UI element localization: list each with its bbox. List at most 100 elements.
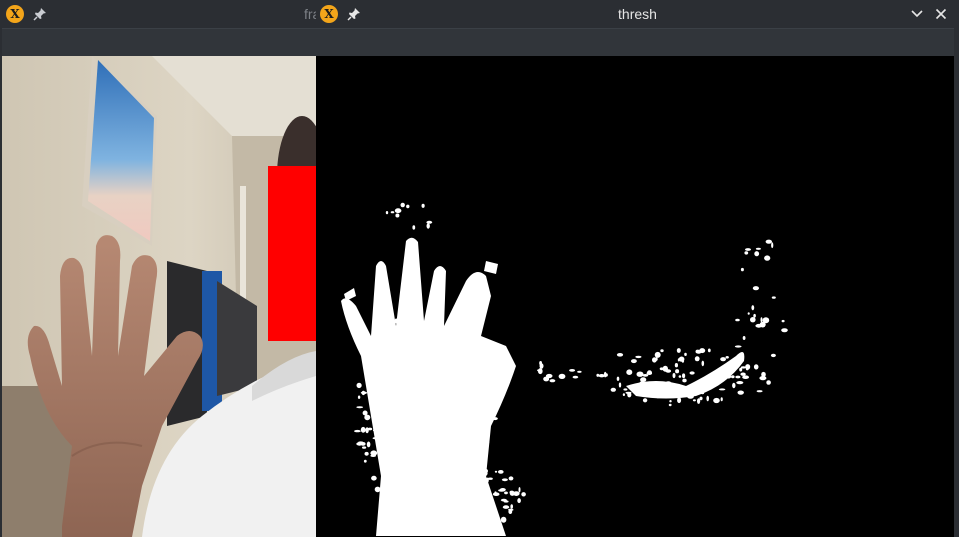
noise-speckle [486,493,491,498]
noise-speckle [460,366,465,370]
noise-speckle [770,353,776,358]
noise-speckle [422,401,425,405]
noise-speckle [417,495,420,500]
noise-speckle [470,489,473,495]
noise-speckle [488,509,493,514]
noise-speckle [462,482,467,486]
noise-speckle [402,457,406,460]
noise-speckle [457,433,462,438]
noise-speckle [384,498,391,501]
noise-speckle [418,352,421,357]
x-app-icon[interactable]: X [6,5,24,23]
noise-speckle [450,420,456,425]
noise-speckle [732,382,736,389]
noise-speckle [453,352,460,357]
noise-speckle [448,386,456,392]
camera-frame-image [2,56,316,537]
frame-window[interactable]: X frame [2,0,316,537]
noise-speckle [418,451,421,455]
thresh-window[interactable]: X thresh [316,0,959,537]
noise-speckle [462,462,467,466]
noise-speckle [503,500,509,503]
noise-speckle [362,410,368,416]
noise-speckle [428,520,432,526]
chevron-down-icon[interactable] [909,6,925,22]
noise-speckle [408,378,414,382]
noise-speckle [499,488,506,492]
noise-speckle [389,365,394,371]
close-icon[interactable] [933,6,949,22]
noise-speckle [435,323,439,329]
hand-blob [341,237,516,536]
noise-speckle [454,361,459,367]
noise-speckle [549,379,556,383]
noise-speckle [362,446,367,449]
noise-speckle [374,362,380,365]
noise-speckle [745,248,751,251]
noise-speckle [399,473,403,479]
noise-speckle [740,366,746,369]
thresh-titlebar[interactable]: X thresh [316,0,959,28]
noise-speckle [394,449,400,452]
noise-speckle [452,480,458,483]
noise-speckle [449,443,456,447]
noise-speckle [442,490,447,496]
noise-speckle [740,372,746,376]
noise-speckle [445,454,450,457]
noise-speckle [433,491,439,495]
noise-speckle [393,487,399,492]
noise-speckle [461,524,464,530]
noise-speckle [771,242,774,249]
noise-speckle [454,504,457,510]
noise-speckle [684,352,687,356]
noise-speckle [771,296,776,299]
noise-speckle [509,490,514,494]
pin-icon[interactable] [32,6,48,22]
noise-speckle [415,485,421,492]
noise-speckle [429,412,433,418]
noise-speckle [417,414,421,420]
noise-speckle [400,512,406,517]
noise-speckle [480,491,486,495]
noise-speckle [720,357,726,362]
noise-speckle [411,499,417,506]
frame-video [2,56,316,537]
noise-speckle [443,472,448,475]
frame-titlebar[interactable]: X frame [2,0,316,28]
noise-speckle [751,305,755,311]
noise-speckle [418,491,423,495]
noise-speckle [372,419,375,423]
noise-speckle [626,369,633,376]
noise-speckle [731,375,735,379]
noise-speckle [468,410,476,415]
noise-speckle [430,481,437,486]
noise-speckle [450,483,453,489]
noise-speckle [492,417,498,421]
noise-speckle [390,211,395,214]
noise-speckle [718,388,726,391]
noise-speckle [452,498,459,504]
noise-speckle [753,313,756,318]
noise-speckle [416,461,418,467]
noise-speckle [759,321,766,328]
noise-speckle [676,348,681,353]
noise-speckle [766,380,771,385]
noise-speckle [361,390,365,396]
noise-speckle [425,491,428,494]
noise-speckle [360,426,366,433]
noise-speckle [468,506,475,511]
noise-speckle [474,428,481,434]
noise-speckle [476,416,483,422]
noise-speckle [408,390,412,394]
noise-speckle [481,368,488,374]
noise-speckle [440,484,443,490]
noise-speckle [754,251,760,257]
noise-speckle [380,400,383,407]
noise-speckle [695,349,700,354]
noise-speckle [447,434,451,439]
noise-speckle [461,393,467,398]
noise-speckle [745,367,749,371]
noise-speckle [472,404,475,410]
noise-speckle [363,459,367,463]
noise-speckle [428,517,433,521]
